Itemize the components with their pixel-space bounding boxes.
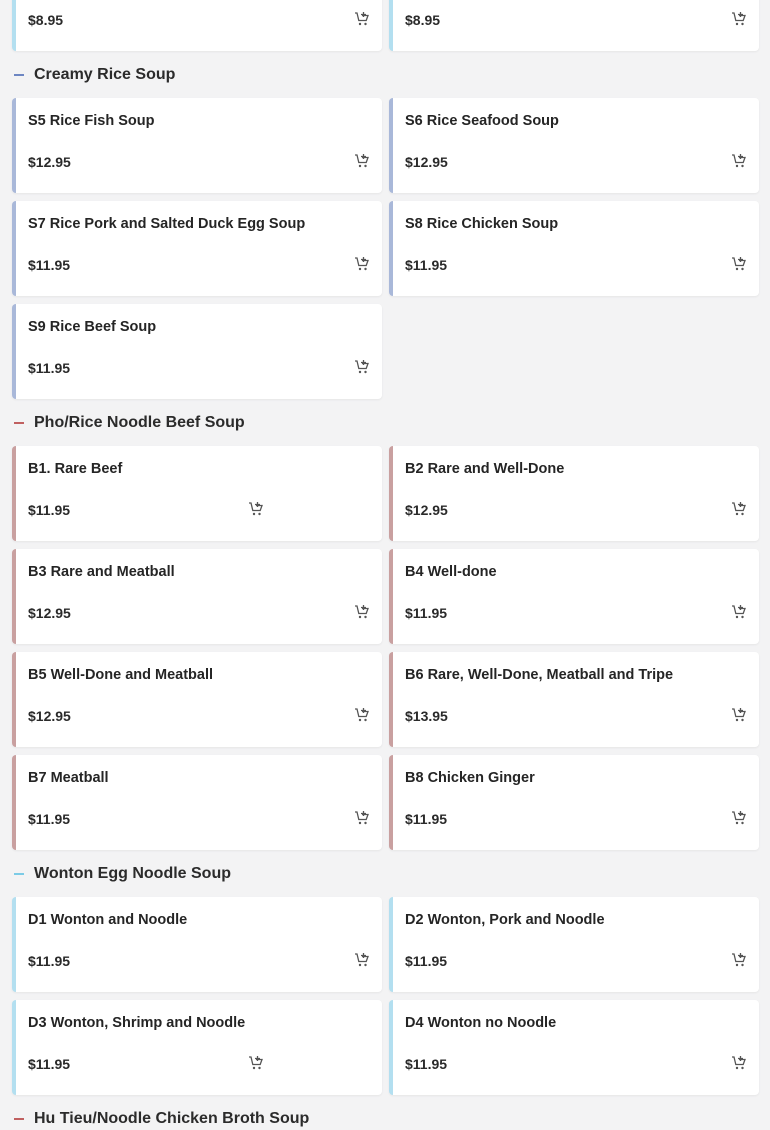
item-price: $11.95	[28, 502, 71, 518]
menu-item-card[interactable]: B4 Well-done $11.95	[389, 549, 759, 644]
item-price: $11.95	[28, 953, 71, 969]
add-to-cart-icon[interactable]	[731, 952, 747, 968]
section-header: Hu Tieu/Noodle Chicken Broth Soup	[12, 1095, 758, 1130]
section-title: Hu Tieu/Noodle Chicken Broth Soup	[34, 1109, 310, 1127]
menu-item-card[interactable]: B7 Meatball $11.95	[12, 755, 382, 850]
section-header: Pho/Rice Noodle Beef Soup	[12, 399, 758, 446]
item-name: B2 Rare and Well-Done	[405, 461, 565, 477]
menu-item-card[interactable]: D2 Wonton, Pork and Noodle $11.95	[389, 897, 759, 992]
item-name: B6 Rare, Well-Done, Meatball and Tripe	[405, 667, 674, 683]
section-title: Pho/Rice Noodle Beef Soup	[34, 413, 245, 431]
menu-item-card[interactable]: B2 Rare and Well-Done $12.95	[389, 446, 759, 541]
section-dash-icon	[14, 1117, 24, 1120]
item-price: $8.95	[28, 12, 64, 28]
add-to-cart-icon[interactable]	[731, 707, 747, 723]
menu-item-card[interactable]: S8 Rice Chicken Soup $11.95	[389, 201, 759, 296]
section-header: Wonton Egg Noodle Soup	[12, 850, 758, 897]
add-to-cart-icon[interactable]	[731, 11, 747, 27]
menu-item-card[interactable]: $8.95	[12, 0, 382, 51]
menu-item-card[interactable]: S9 Rice Beef Soup $11.95	[12, 304, 382, 399]
top-grid: $8.95 $8.95	[12, 0, 759, 51]
add-to-cart-icon[interactable]	[731, 153, 747, 169]
add-to-cart-icon[interactable]	[354, 153, 370, 169]
item-name: S5 Rice Fish Soup	[28, 113, 155, 129]
section-dash-icon	[14, 73, 24, 76]
menu-item-card[interactable]: D3 Wonton, Shrimp and Noodle $11.95	[12, 1000, 382, 1095]
item-name: S8 Rice Chicken Soup	[405, 216, 559, 232]
item-name: S9 Rice Beef Soup	[28, 319, 157, 335]
menu-item-card[interactable]: B8 Chicken Ginger $11.95	[389, 755, 759, 850]
item-name: D2 Wonton, Pork and Noodle	[405, 912, 605, 928]
item-name: D4 Wonton no Noodle	[405, 1015, 557, 1031]
add-to-cart-icon[interactable]	[731, 604, 747, 620]
item-price: $11.95	[405, 605, 448, 621]
add-to-cart-icon[interactable]	[354, 707, 370, 723]
menu-item-card[interactable]: D4 Wonton no Noodle $11.95	[389, 1000, 759, 1095]
item-name: S6 Rice Seafood Soup	[405, 113, 559, 129]
item-name: B5 Well-Done and Meatball	[28, 667, 214, 683]
item-price: $12.95	[28, 708, 71, 724]
menu-item-card[interactable]: $8.95	[389, 0, 759, 51]
item-name: S7 Rice Pork and Salted Duck Egg Soup	[28, 216, 306, 232]
add-to-cart-icon[interactable]	[354, 604, 370, 620]
add-to-cart-icon[interactable]	[354, 359, 370, 375]
item-price: $11.95	[28, 1056, 71, 1072]
add-to-cart-icon[interactable]	[248, 501, 264, 517]
menu-item-card[interactable]: D1 Wonton and Noodle $11.95	[12, 897, 382, 992]
item-price: $12.95	[405, 502, 448, 518]
menu-viewport[interactable]: $8.95 $8.95 Creamy Rice Soup S5 Rice Fis…	[0, 0, 770, 1130]
menu-item-card[interactable]: B5 Well-Done and Meatball $12.95	[12, 652, 382, 747]
add-to-cart-icon[interactable]	[354, 11, 370, 27]
section-wonton-egg-noodle-soup: Wonton Egg Noodle Soup D1 Wonton and Noo…	[0, 850, 770, 1095]
item-price: $13.95	[405, 708, 448, 724]
section-title: Wonton Egg Noodle Soup	[34, 864, 231, 882]
item-price: $11.95	[405, 257, 448, 273]
menu-item-card[interactable]: B6 Rare, Well-Done, Meatball and Tripe $…	[389, 652, 759, 747]
item-price: $11.95	[28, 360, 71, 376]
item-name: B1. Rare Beef	[28, 461, 123, 477]
section-header: Creamy Rice Soup	[12, 51, 758, 98]
item-price: $12.95	[28, 605, 71, 621]
add-to-cart-icon[interactable]	[248, 1055, 264, 1071]
add-to-cart-icon[interactable]	[731, 256, 747, 272]
item-name: D1 Wonton and Noodle	[28, 912, 188, 928]
section-pho-beef-soup: Pho/Rice Noodle Beef Soup B1. Rare Beef …	[0, 399, 770, 850]
item-name: B8 Chicken Ginger	[405, 770, 535, 786]
add-to-cart-icon[interactable]	[731, 1055, 747, 1071]
item-price: $11.95	[405, 1056, 448, 1072]
menu-item-card[interactable]: B1. Rare Beef $11.95	[12, 446, 382, 541]
add-to-cart-icon[interactable]	[731, 501, 747, 517]
menu-item-card[interactable]: B3 Rare and Meatball $12.95	[12, 549, 382, 644]
menu-item-card[interactable]: S7 Rice Pork and Salted Duck Egg Soup $1…	[12, 201, 382, 296]
add-to-cart-icon[interactable]	[354, 810, 370, 826]
section-hu-tieu-chicken-broth-soup: Hu Tieu/Noodle Chicken Broth Soup	[0, 1095, 770, 1130]
menu-item-card[interactable]: S5 Rice Fish Soup $12.95	[12, 98, 382, 193]
item-price: $12.95	[28, 154, 71, 170]
item-price: $11.95	[405, 953, 448, 969]
section-dash-icon	[14, 872, 24, 875]
item-name: D3 Wonton, Shrimp and Noodle	[28, 1015, 246, 1031]
section-title: Creamy Rice Soup	[34, 65, 176, 83]
menu-item-card[interactable]: S6 Rice Seafood Soup $12.95	[389, 98, 759, 193]
add-to-cart-icon[interactable]	[354, 952, 370, 968]
items-grid: B1. Rare Beef $11.95 B2 Rare and Well-Do…	[12, 446, 759, 850]
item-price: $11.95	[405, 811, 448, 827]
item-name: B4 Well-done	[405, 564, 497, 580]
add-to-cart-icon[interactable]	[354, 256, 370, 272]
items-grid: S5 Rice Fish Soup $12.95 S6 Rice Seafood…	[12, 98, 759, 399]
item-price: $12.95	[405, 154, 448, 170]
item-price: $8.95	[405, 12, 441, 28]
item-price: $11.95	[28, 811, 71, 827]
section-creamy-rice-soup: Creamy Rice Soup S5 Rice Fish Soup $12.9…	[0, 51, 770, 399]
add-to-cart-icon[interactable]	[731, 810, 747, 826]
item-price: $11.95	[28, 257, 71, 273]
top-partial-section: $8.95 $8.95	[0, 0, 770, 51]
items-grid: D1 Wonton and Noodle $11.95 D2 Wonton, P…	[12, 897, 759, 1095]
item-name: B7 Meatball	[28, 770, 109, 786]
item-name: B3 Rare and Meatball	[28, 564, 175, 580]
section-dash-icon	[14, 421, 24, 424]
menu-list: $8.95 $8.95 Creamy Rice Soup S5 Rice Fis…	[0, 0, 770, 1130]
